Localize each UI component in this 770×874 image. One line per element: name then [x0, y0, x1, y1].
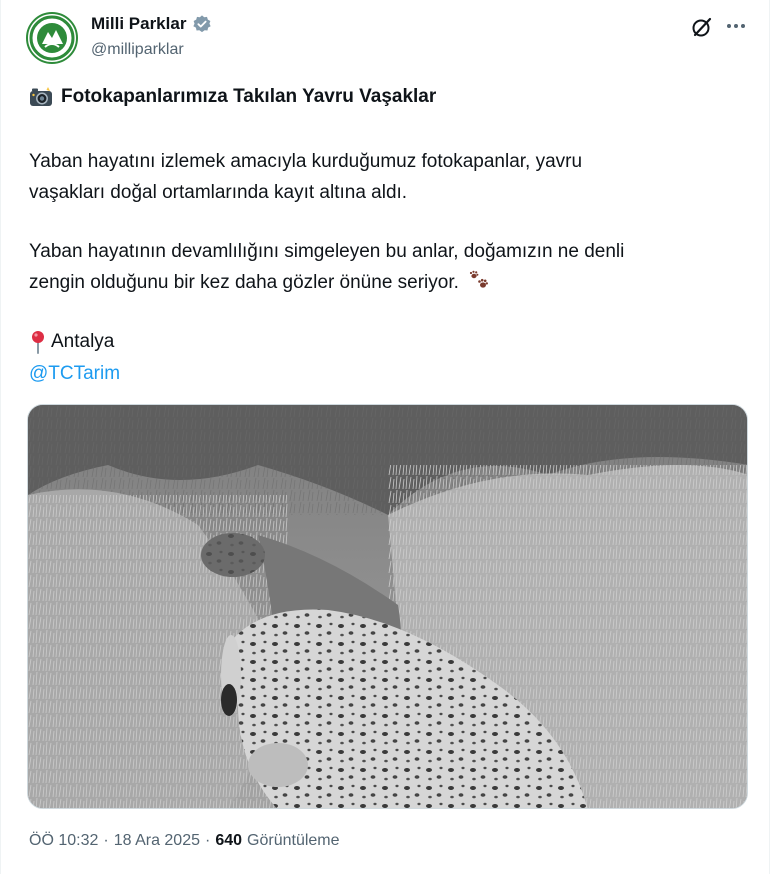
avatar[interactable] — [26, 12, 78, 64]
mention-link[interactable]: @TCTarim — [29, 358, 120, 389]
tweet-card: Milli Parklar @milliparklar Fotokapanlar… — [0, 0, 770, 874]
paragraph-1-line-1: Yaban hayatını izlemek amacıyla kurduğum… — [29, 151, 583, 172]
location-text: Antalya — [51, 331, 115, 352]
tweet-time[interactable]: ÖÖ 10:32 — [29, 832, 98, 850]
paw-prints-icon — [470, 270, 489, 288]
meta-separator: · — [103, 832, 109, 849]
views-label: Görüntüleme — [247, 832, 340, 849]
lynx-cubs-image — [28, 405, 747, 808]
paragraph-2-line-2-row: zengin olduğunu bir kez daha gözler önün… — [29, 267, 624, 298]
author-name-row: Milli Parklar — [91, 14, 212, 34]
author-handle[interactable]: @milliparklar — [91, 41, 184, 59]
tweet-title-row: Fotokapanlarımıza Takılan Yavru Vaşaklar — [29, 86, 436, 108]
tweet-paragraph-2: Yaban hayatının devamlılığını simgeleyen… — [29, 236, 624, 298]
author-display-name[interactable]: Milli Parklar — [91, 14, 186, 34]
location-row: Antalya — [29, 326, 114, 357]
verified-badge-icon — [193, 15, 212, 33]
tweet-title: Fotokapanlarımıza Takılan Yavru Vaşaklar — [61, 86, 437, 107]
paragraph-1-line-2: vaşakları doğal ortamlarında kayıt altın… — [29, 182, 408, 203]
round-pushpin-icon — [32, 330, 44, 354]
meta-separator: · — [205, 832, 211, 849]
tweet-date[interactable]: 18 Ara 2025 — [114, 832, 200, 850]
more-icon[interactable] — [723, 14, 749, 38]
trail-camera-photo[interactable] — [27, 404, 748, 809]
paragraph-2-line-1: Yaban hayatının devamlılığını simgeleyen… — [29, 241, 625, 262]
milli-parklar-logo-icon — [29, 15, 75, 61]
grok-icon[interactable] — [691, 16, 713, 38]
paragraph-2-line-2: zengin olduğunu bir kez daha gözler önün… — [29, 272, 459, 293]
tweet-meta: ÖÖ 10:32 · 18 Ara 2025 · 640 Görüntüleme — [29, 832, 340, 850]
views-count: 640 — [215, 832, 243, 849]
camera-flash-icon — [30, 87, 52, 106]
tweet-paragraph-1: Yaban hayatını izlemek amacıyla kurduğum… — [29, 146, 582, 208]
